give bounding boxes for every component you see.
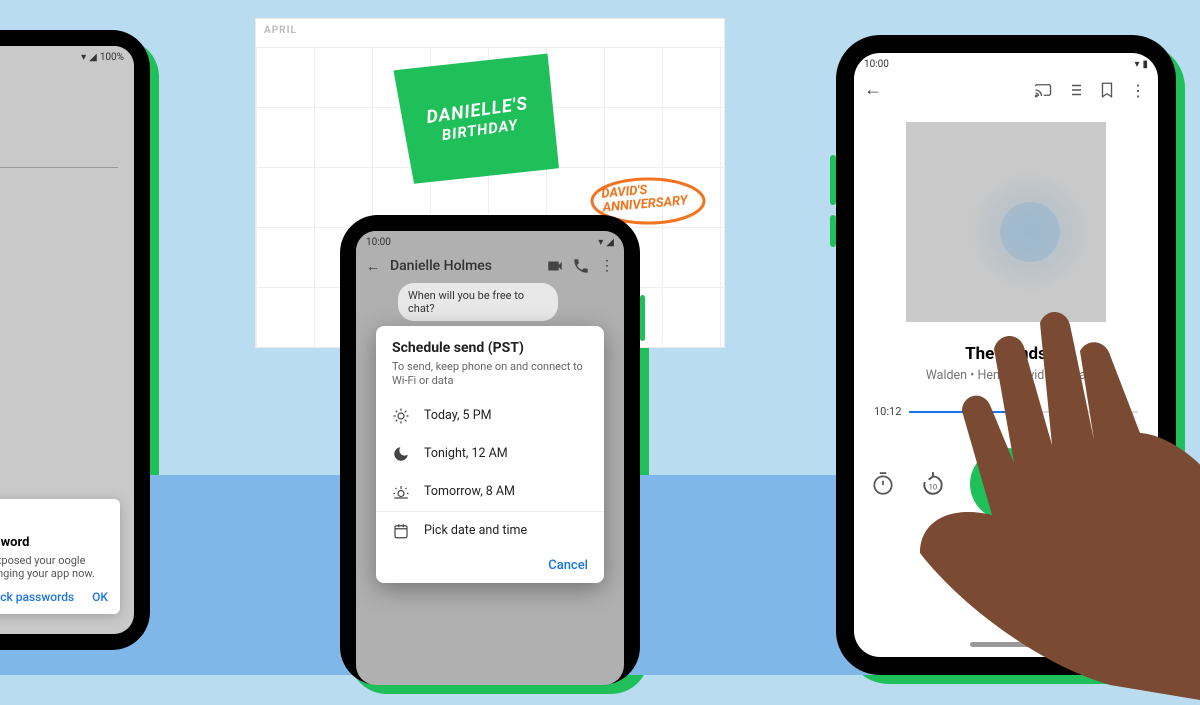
signal-icon: ◢ bbox=[606, 237, 614, 248]
schedule-option-tomorrow[interactable]: Tomorrow, 8 AM bbox=[376, 473, 604, 511]
svg-text:10: 10 bbox=[929, 482, 938, 491]
schedule-option-tonight[interactable]: Tonight, 12 AM bbox=[376, 435, 604, 473]
conversation-header: ← Danielle Holmes ⋮ bbox=[356, 253, 624, 279]
scrubber-handle[interactable] bbox=[1012, 408, 1020, 416]
elapsed-time: 10:12 bbox=[874, 405, 901, 418]
calendar-icon bbox=[392, 522, 410, 540]
schedule-option-custom[interactable]: Pick date and time bbox=[376, 512, 604, 550]
phone-audiobook-player: 10:00 ▾ ▮ ← ⋮ The Ponds Walden • Henry D… bbox=[836, 35, 1176, 675]
bookmark-icon[interactable] bbox=[1098, 81, 1116, 99]
chapters-icon[interactable] bbox=[1066, 81, 1084, 99]
battery-label: 100% bbox=[100, 52, 124, 63]
wifi-icon: ▾ bbox=[1134, 59, 1139, 70]
schedule-send-dialog: Schedule send (PST) To send, keep phone … bbox=[376, 326, 604, 583]
album-art bbox=[906, 122, 1106, 322]
status-time: 10:00 bbox=[864, 59, 889, 70]
sleep-timer-button[interactable] bbox=[870, 471, 896, 497]
page-title: p bbox=[0, 106, 118, 131]
play-button[interactable] bbox=[970, 448, 1042, 520]
phone-password-checkup: 10:00 ▾ ◢ 100% p oogle.com ange your pas… bbox=[0, 30, 150, 650]
ok-button[interactable]: OK bbox=[92, 590, 108, 604]
skip-forward-button[interactable]: 30 bbox=[1066, 471, 1092, 497]
sunrise-icon bbox=[392, 483, 410, 501]
site-url: oogle.com bbox=[0, 149, 118, 163]
svg-text:30: 30 bbox=[1075, 482, 1084, 491]
option-label: Today, 5 PM bbox=[424, 408, 492, 423]
track-title: The Ponds bbox=[854, 344, 1158, 364]
card-body: on a site or app exposed your oogle reco… bbox=[0, 554, 108, 580]
phone-messages: 10:00 ▾ ◢ ← Danielle Holmes ⋮ When will … bbox=[340, 215, 640, 685]
phone-call-icon[interactable] bbox=[572, 257, 590, 275]
check-passwords-button[interactable]: Check passwords bbox=[0, 590, 74, 604]
contact-name[interactable]: Danielle Holmes bbox=[390, 258, 538, 274]
tap-ripple bbox=[970, 172, 1090, 292]
status-time: 10:00 bbox=[366, 237, 391, 248]
wifi-icon: ▾ bbox=[81, 52, 86, 63]
sticky-note: DANIELLE'S BIRTHDAY bbox=[393, 49, 563, 189]
track-subtitle: Walden • Henry David Thorea bbox=[854, 368, 1158, 383]
option-label: Tonight, 12 AM bbox=[424, 446, 508, 461]
cast-icon[interactable] bbox=[1034, 81, 1052, 99]
password-warning-card: ange your password on a site or app expo… bbox=[0, 499, 120, 614]
dialog-subtitle: To send, keep phone on and connect to Wi… bbox=[376, 356, 604, 397]
more-icon[interactable]: ⋮ bbox=[598, 257, 616, 275]
option-label: Pick date and time bbox=[424, 523, 527, 538]
progress-bar[interactable]: 10:12 bbox=[874, 405, 1138, 418]
moon-icon bbox=[392, 445, 410, 463]
gesture-bar[interactable] bbox=[970, 642, 1042, 647]
back-icon[interactable]: ← bbox=[864, 79, 882, 100]
wifi-icon: ▾ bbox=[598, 237, 603, 248]
cancel-button[interactable]: Cancel bbox=[376, 550, 604, 579]
skip-back-button[interactable]: 10 bbox=[920, 471, 946, 497]
dialog-title: Schedule send (PST) bbox=[376, 340, 604, 356]
video-call-icon[interactable] bbox=[546, 257, 564, 275]
signal-icon: ◢ bbox=[89, 52, 97, 63]
incoming-message: When will you be free to chat? bbox=[398, 283, 558, 321]
schedule-option-today[interactable]: Today, 5 PM bbox=[376, 397, 604, 435]
battery-icon: ▮ bbox=[1142, 59, 1148, 70]
calendar-month-label: APRIL bbox=[264, 25, 297, 36]
back-icon[interactable]: ← bbox=[364, 257, 382, 275]
more-icon[interactable]: ⋮ bbox=[1130, 81, 1148, 99]
sun-icon bbox=[392, 407, 410, 425]
card-title: ange your password bbox=[0, 535, 108, 550]
option-label: Tomorrow, 8 AM bbox=[424, 484, 515, 499]
